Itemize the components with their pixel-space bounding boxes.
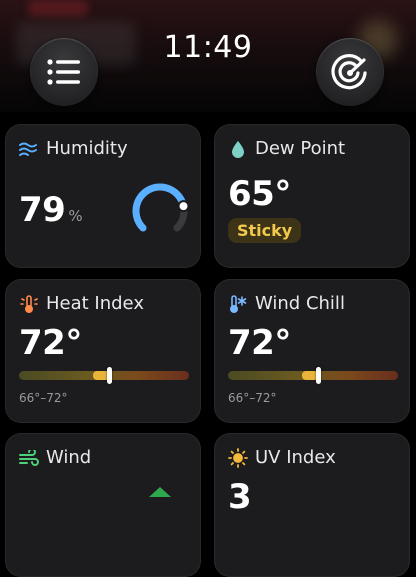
blurred-complication (28, 0, 88, 16)
dew-point-title: Dew Point (255, 138, 346, 159)
uv-index-title: UV Index (255, 447, 336, 468)
dew-point-value: 65° (228, 174, 291, 214)
wind-icon (19, 448, 39, 468)
wind-title: Wind (46, 447, 92, 468)
card-title: Dew Point (228, 138, 345, 159)
humidity-card[interactable]: Humidity 79% (5, 124, 201, 268)
humidity-unit: % (68, 207, 83, 225)
wind-compass-needle (149, 487, 171, 497)
radar-button[interactable] (316, 38, 384, 106)
wind-chill-bar (228, 367, 398, 384)
card-title: Wind Chill (228, 293, 345, 314)
heat-index-value: 72° (19, 323, 82, 363)
list-icon (47, 59, 80, 85)
dew-point-card[interactable]: Dew Point 65° Sticky (214, 124, 410, 268)
card-title: Wind (19, 447, 91, 468)
wind-chill-title: Wind Chill (255, 293, 345, 314)
dew-point-comfort-badge: Sticky (228, 218, 302, 243)
heat-index-range: 66°–72° (19, 391, 68, 405)
wind-card[interactable]: Wind (5, 433, 201, 577)
uv-index-value: 3 (228, 477, 252, 517)
uv-index-card[interactable]: UV Index 3 (214, 433, 410, 577)
droplet-icon (228, 139, 248, 159)
humidity-value-row: 79% (19, 190, 83, 230)
wind-chill-range: 66°–72° (228, 391, 277, 405)
heat-index-title: Heat Index (46, 293, 144, 314)
sun-icon (228, 447, 248, 468)
wind-chill-marker (316, 367, 322, 384)
wind-chill-value: 72° (228, 323, 291, 363)
thermometer-snow-icon (228, 294, 248, 314)
card-title: UV Index (228, 447, 336, 468)
heat-index-marker (107, 367, 113, 384)
card-title: Heat Index (19, 293, 144, 314)
card-title: Humidity (19, 138, 128, 159)
heat-index-card[interactable]: Heat Index 72° 66°–72° (5, 279, 201, 423)
wind-chill-card[interactable]: Wind Chill 72° 66°–72° (214, 279, 410, 423)
humidity-gauge (132, 183, 190, 232)
menu-button[interactable] (30, 38, 98, 106)
thermometer-sun-icon (19, 294, 39, 314)
heat-index-bar (19, 367, 189, 384)
humidity-title: Humidity (46, 138, 128, 159)
humidity-icon (19, 139, 39, 159)
humidity-value: 79 (19, 190, 66, 230)
radar-icon (331, 54, 367, 90)
